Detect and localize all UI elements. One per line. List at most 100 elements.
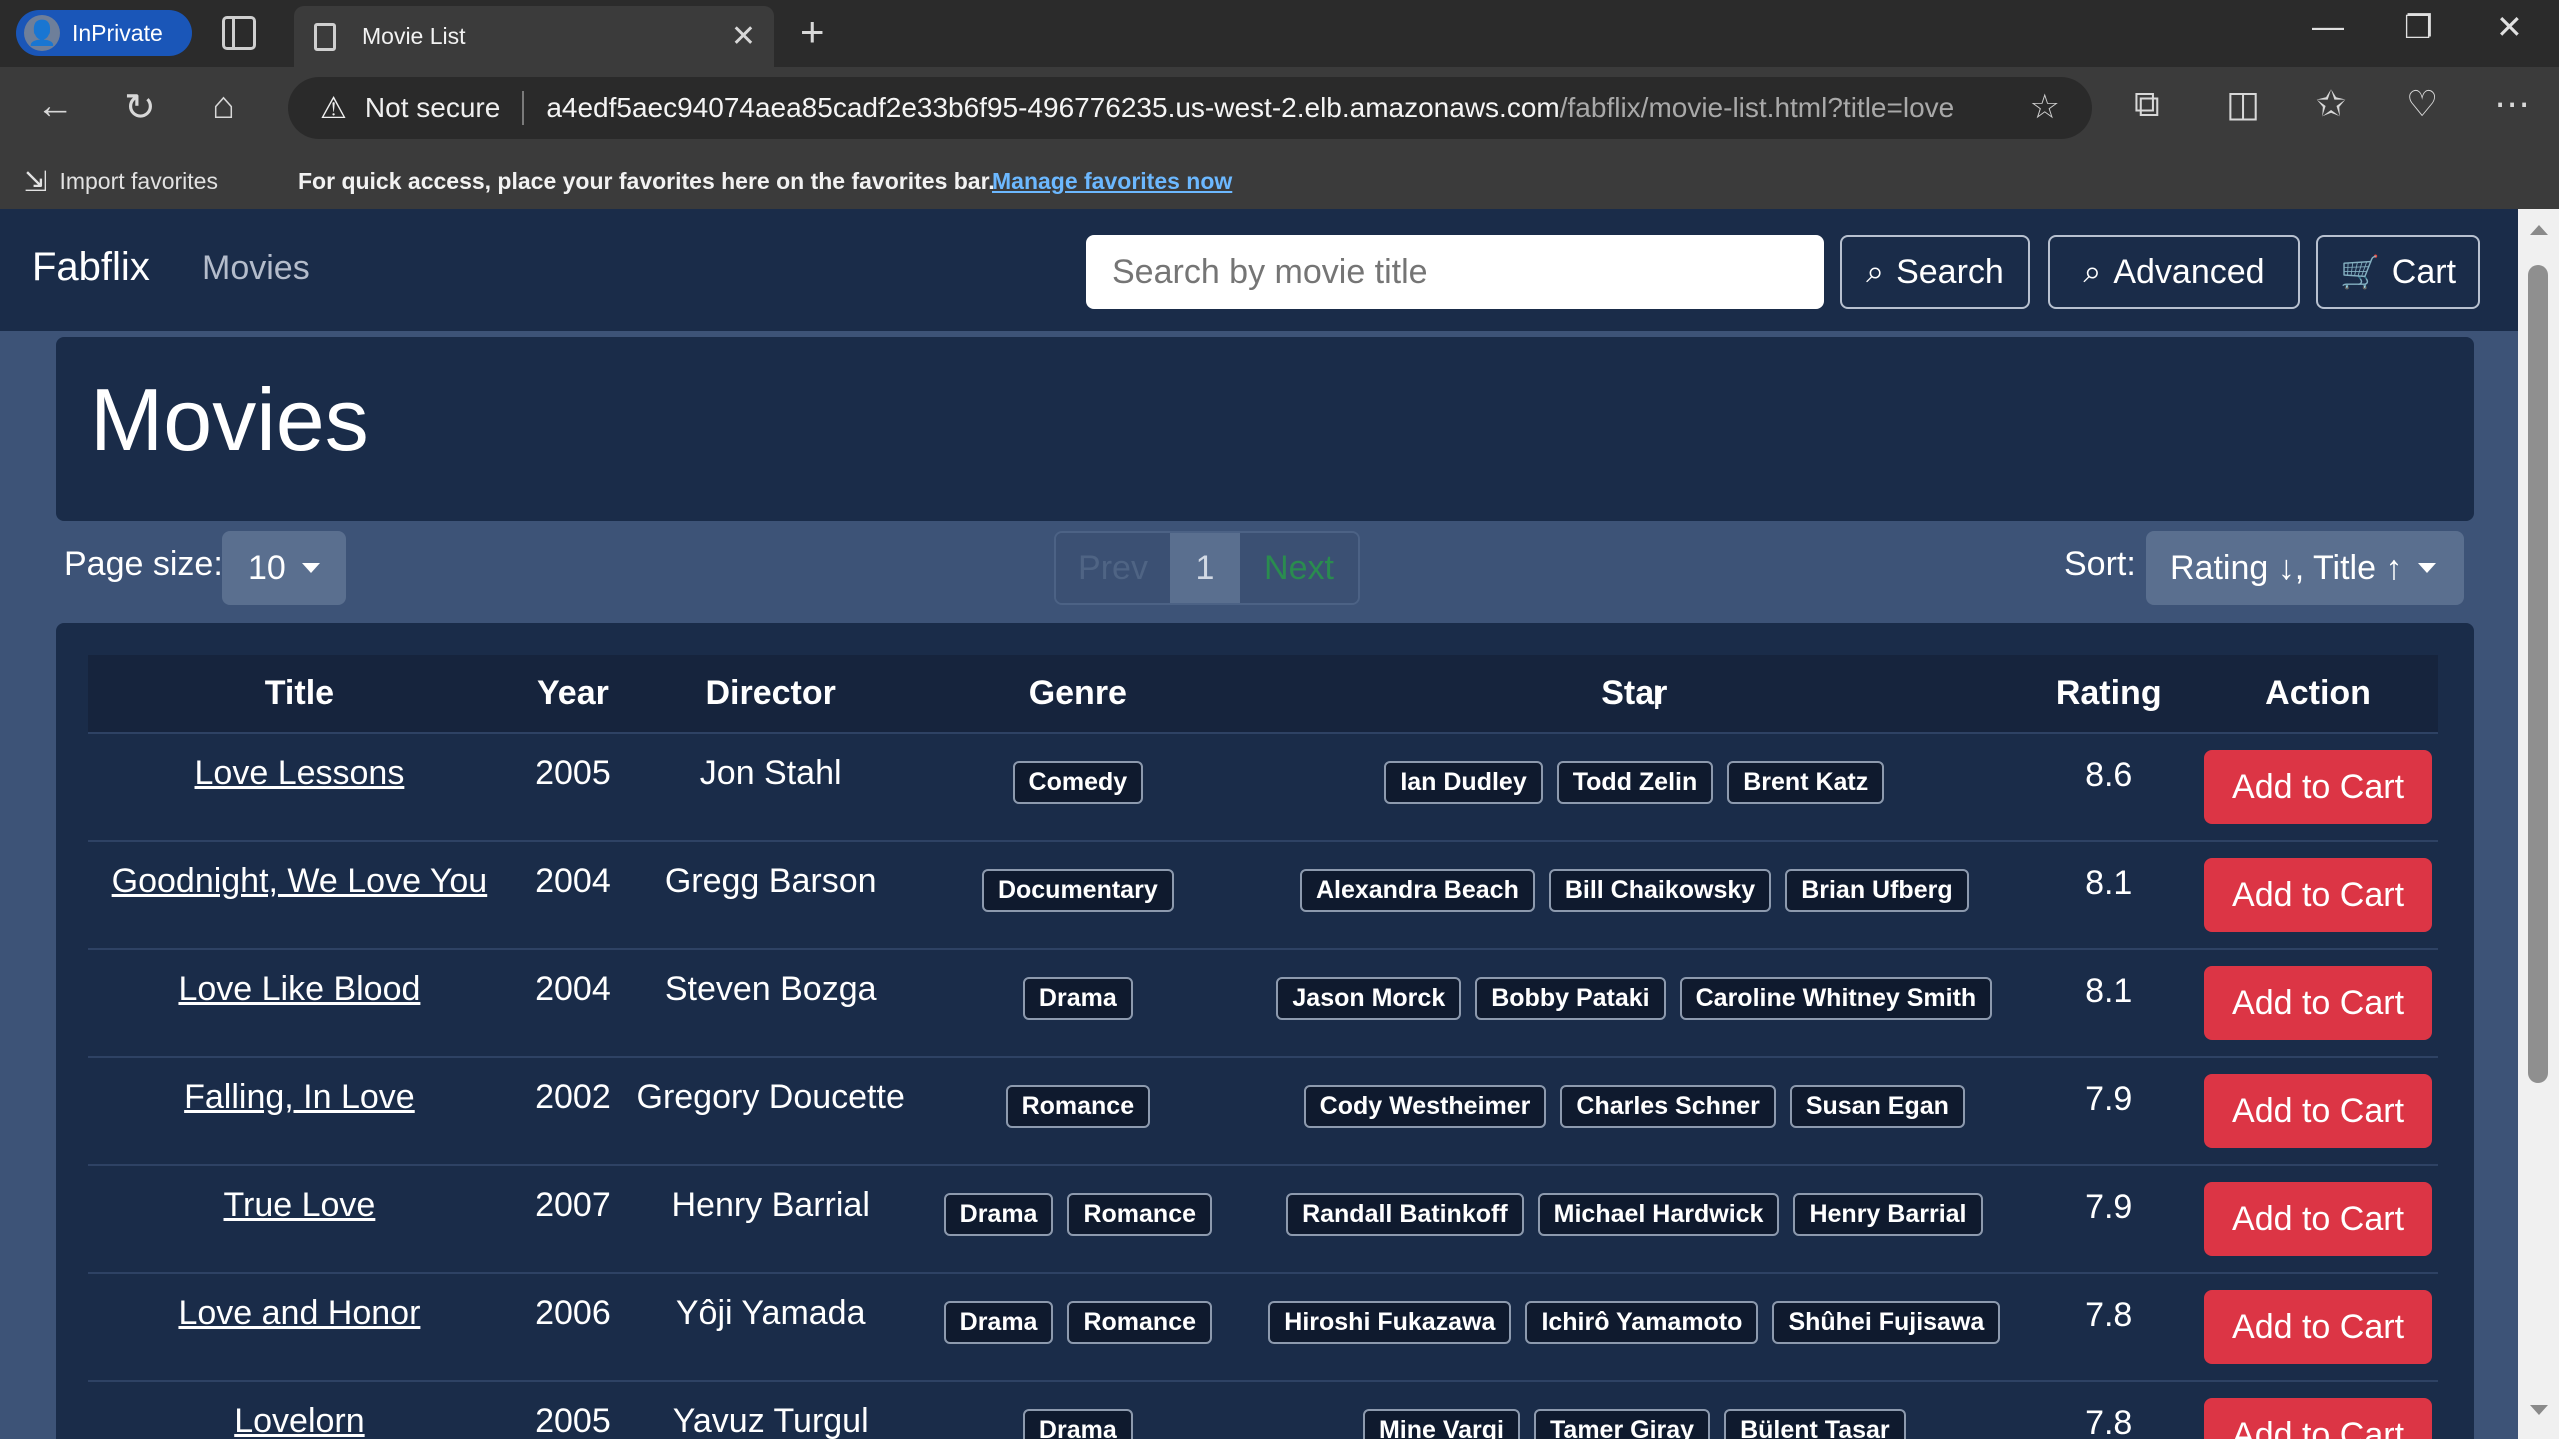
browser-essentials-icon[interactable]: ♡ (2406, 83, 2438, 125)
window-close-icon[interactable]: ✕ (2496, 8, 2523, 46)
add-to-cart-button[interactable]: Add to Cart (2204, 966, 2433, 1040)
tab-close-icon[interactable]: ✕ (731, 19, 756, 54)
add-to-cart-button[interactable]: Add to Cart (2204, 750, 2433, 824)
title-cell: True Love (88, 1164, 511, 1273)
rating-cell: 7.9 (2019, 1056, 2199, 1165)
scroll-up-icon[interactable] (2530, 225, 2548, 235)
star-badge[interactable]: Michael Hardwick (1537, 1193, 1780, 1236)
star-badge[interactable]: Cody Westheimer (1303, 1085, 1547, 1128)
url-separator (522, 91, 525, 125)
director-cell: Yavuz Turgul (634, 1380, 907, 1439)
genre-badge[interactable]: Drama (943, 1193, 1054, 1236)
genre-badge[interactable]: Romance (1067, 1193, 1213, 1236)
add-to-cart-button[interactable]: Add to Cart (2204, 1074, 2433, 1148)
star-badge[interactable]: Charles Schner (1560, 1085, 1776, 1128)
more-options-icon[interactable]: ⋯ (2494, 83, 2530, 125)
new-tab-icon[interactable]: + (800, 8, 825, 56)
page-header: Movies (56, 337, 2474, 521)
add-to-cart-button[interactable]: Add to Cart (2204, 858, 2433, 932)
genre-badge[interactable]: Romance (1067, 1301, 1213, 1344)
scroll-down-icon[interactable] (2530, 1405, 2548, 1415)
genre-badge[interactable]: Drama (943, 1301, 1054, 1344)
header-rating[interactable]: Rating (2019, 655, 2198, 733)
cart-button[interactable]: 🛒 Cart (2316, 235, 2480, 309)
star-badge[interactable]: Brian Ufberg (1785, 869, 1969, 912)
sort-select[interactable]: Rating ↓, Title ↑ (2146, 531, 2464, 605)
movie-title-link[interactable]: Love and Honor (178, 1294, 420, 1332)
star-badge[interactable]: Hiroshi Fukazawa (1268, 1301, 1512, 1344)
minimize-icon[interactable]: — (2312, 8, 2344, 45)
brand-link[interactable]: Fabflix (32, 245, 150, 290)
star-badge[interactable]: Susan Egan (1789, 1085, 1965, 1128)
favorites-icon[interactable]: ✩ (2316, 83, 2346, 125)
search-button[interactable]: ⌕ Search (1840, 235, 2030, 309)
star-badge[interactable]: Mine Vargi (1362, 1409, 1520, 1439)
back-icon[interactable]: ← (36, 85, 74, 128)
star-badge[interactable]: Bülent Tasar (1724, 1409, 1906, 1439)
title-cell: Love Lessons (88, 732, 511, 841)
movie-title-link[interactable]: Love Like Blood (178, 970, 420, 1008)
extensions-icon[interactable]: ⧉ (2134, 83, 2160, 126)
cart-icon: 🛒 (2339, 254, 2380, 290)
genre-cell: Romance (906, 1056, 1250, 1165)
page-scrollbar[interactable] (2518, 209, 2559, 1439)
tab-title: Movie List (362, 23, 466, 49)
star-badge[interactable]: Henry Barrial (1793, 1193, 1983, 1236)
star-badge[interactable]: Todd Zelin (1556, 761, 1714, 804)
genre-badge[interactable]: Drama (1022, 1409, 1133, 1439)
security-label[interactable]: Not secure (365, 92, 500, 124)
table-row: Love and Honor 2006 Yôji Yamada Drama Romanc… (88, 1272, 2438, 1381)
add-to-cart-button[interactable]: Add to Cart (2204, 1290, 2433, 1364)
genre-badge[interactable]: Documentary (981, 869, 1174, 912)
movie-title-link[interactable]: Love Lessons (195, 754, 405, 792)
favorite-star-icon[interactable]: ☆ (2030, 87, 2060, 127)
genre-badge[interactable]: Drama (1022, 977, 1133, 1020)
star-badge[interactable]: Alexandra Beach (1299, 869, 1535, 912)
star-badge[interactable]: Ian Dudley (1384, 761, 1543, 804)
movie-title-link[interactable]: True Love (224, 1186, 376, 1224)
star-badge[interactable]: Ichirô Yamamoto (1525, 1301, 1759, 1344)
home-icon[interactable]: ⌂ (212, 85, 235, 128)
manage-favorites-link[interactable]: Manage favorites now (992, 168, 1232, 195)
star-badge[interactable]: Caroline Whitney Smith (1679, 977, 1993, 1020)
browser-tab-active[interactable]: Movie List ✕ (294, 6, 774, 67)
tab-actions-icon[interactable] (222, 16, 256, 50)
genre-badge[interactable]: Comedy (1012, 761, 1144, 804)
genre-badge[interactable]: Romance (1005, 1085, 1151, 1128)
page-size-select[interactable]: 10 (222, 531, 346, 605)
star-badge[interactable]: Bobby Pataki (1475, 977, 1666, 1020)
movie-title-link[interactable]: Goodnight, We Love You (112, 862, 488, 900)
movie-title-link[interactable]: Falling, In Love (184, 1078, 415, 1116)
favorites-message: For quick access, place your favorites h… (298, 168, 995, 194)
prev-page-button[interactable]: Prev (1056, 533, 1170, 603)
star-badge[interactable]: Brent Katz (1727, 761, 1885, 804)
search-input[interactable] (1086, 235, 1824, 309)
title-cell: Love Like Blood (88, 948, 511, 1057)
star-badge[interactable]: Tamer Giray (1534, 1409, 1711, 1439)
import-favorites-button[interactable]: ⇲ Import favorites (24, 165, 218, 198)
split-screen-icon[interactable]: ◫ (2226, 83, 2260, 125)
director-cell: Steven Bozga (634, 948, 907, 1057)
director-cell: Gregory Doucette (634, 1056, 907, 1165)
rating-cell: 7.9 (2019, 1164, 2199, 1273)
star-badge[interactable]: Jason Morck (1276, 977, 1462, 1020)
scrollbar-thumb[interactable] (2528, 265, 2548, 1083)
add-to-cart-button[interactable]: Add to Cart (2204, 1182, 2433, 1256)
restore-icon[interactable]: ❐ (2404, 8, 2433, 46)
add-to-cart-button[interactable]: Add to Cart (2204, 1398, 2433, 1439)
search-icon: ⌕ (1866, 253, 1885, 289)
star-badge[interactable]: Shûhei Fujisawa (1772, 1301, 2001, 1344)
genre-cell: Documentary (906, 840, 1250, 949)
header-title[interactable]: Title (88, 655, 511, 733)
url-field[interactable]: ⚠ Not secure a4edf5aec94074aea85cadf2e33… (288, 77, 2092, 139)
page-number-button[interactable]: 1 (1170, 533, 1240, 603)
table-row: True Love 2007 Henry Barrial Drama Romance Ra… (88, 1164, 2438, 1273)
refresh-icon[interactable]: ↻ (124, 85, 156, 130)
movies-nav-link[interactable]: Movies (202, 249, 310, 288)
movie-title-link[interactable]: Lovelorn (234, 1402, 364, 1439)
inprivate-profile-button[interactable]: 👤 InPrivate (16, 10, 192, 56)
next-page-button[interactable]: Next (1240, 533, 1358, 603)
advanced-search-button[interactable]: ⌕ Advanced (2048, 235, 2300, 309)
star-badge[interactable]: Randall Batinkoff (1286, 1193, 1524, 1236)
star-badge[interactable]: Bill Chaikowsky (1548, 869, 1772, 912)
